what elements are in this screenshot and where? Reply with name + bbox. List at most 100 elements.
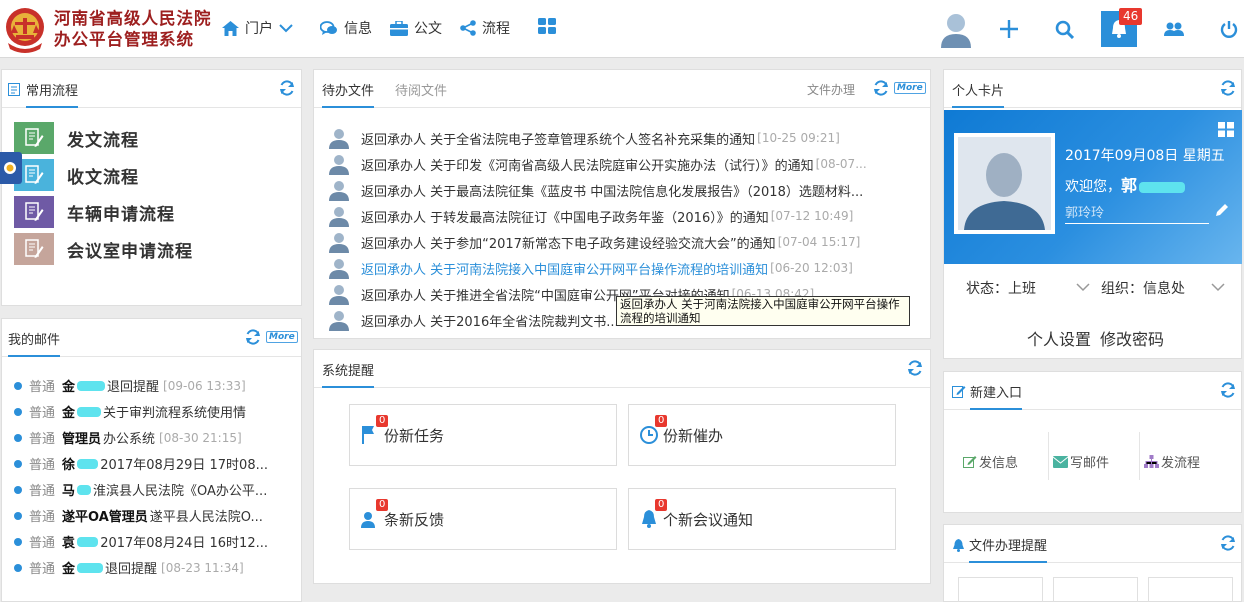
- mail-item[interactable]: 普通金 关于审判流程系统使用情: [14, 402, 272, 421]
- flag-icon: 0: [360, 415, 389, 447]
- refresh-icon[interactable]: [907, 360, 923, 376]
- welcome-text: 欢迎您，: [1065, 179, 1121, 195]
- file-reminder-panel: 文件办理提醒: [943, 524, 1242, 602]
- floating-side-widget[interactable]: [0, 152, 22, 184]
- nav-info[interactable]: 信息: [320, 18, 372, 38]
- tab-file-reminder[interactable]: 文件办理提醒: [969, 535, 1048, 563]
- mail-sender: 管理员: [62, 432, 102, 447]
- tab-common-flows[interactable]: 常用流程: [26, 80, 79, 108]
- search-icon: [1055, 20, 1074, 39]
- power-icon: [1220, 21, 1238, 38]
- tab-my-mail[interactable]: 我的邮件: [8, 329, 61, 357]
- mail-item[interactable]: 普通金 退回提醒 [09-06 13:33]: [14, 376, 272, 395]
- add-button[interactable]: [992, 12, 1026, 46]
- new-flow-link[interactable]: 发流程: [1144, 452, 1200, 471]
- personal-settings-link[interactable]: 个人设置: [1027, 326, 1091, 350]
- reminder-label: 条新反馈: [384, 510, 445, 529]
- mail-priority: 普通: [29, 536, 56, 551]
- new-flow-label: 发流程: [1161, 456, 1201, 471]
- tab-new-entry[interactable]: 新建入口: [970, 382, 1023, 410]
- chevron-down-icon[interactable]: [1211, 283, 1225, 292]
- common-flows-panel: 常用流程 发文流程 收文流程 车辆申请流程 会议室申请流程: [1, 69, 302, 306]
- mail-item[interactable]: 普通马 淮滨县人民法院《OA办公平...: [14, 480, 272, 499]
- signature-field[interactable]: 郭玲玲: [1065, 202, 1209, 224]
- new-info-link[interactable]: 发信息: [963, 452, 1018, 471]
- contacts-button[interactable]: [1157, 12, 1191, 46]
- users-icon: [1164, 22, 1184, 36]
- redacted-mark: [77, 406, 102, 417]
- tab-pending-docs[interactable]: 待办文件: [322, 80, 375, 108]
- reminder-new-urge[interactable]: 0 份新催办: [628, 404, 896, 466]
- profile-card: 2017年09月08日 星期五 欢迎您，郭 郭玲玲: [944, 110, 1242, 264]
- write-mail-link[interactable]: 写邮件: [1053, 452, 1109, 471]
- reminder-slot: [1148, 577, 1233, 602]
- file-handle-link[interactable]: 文件办理: [807, 81, 855, 98]
- nav-portal[interactable]: 门户: [222, 18, 293, 38]
- mail-subject: 退回提醒: [107, 380, 160, 395]
- user-avatar-icon: [329, 207, 349, 227]
- reminder-new-task[interactable]: 0 份新任务: [349, 404, 617, 466]
- doc-item[interactable]: 返回承办人 关于河南法院接入中国庭审公开网平台操作流程的培训通知 [06-20 1…: [328, 257, 928, 279]
- flow-item-dispatch[interactable]: 发文流程: [14, 122, 139, 154]
- logout-button[interactable]: [1212, 12, 1244, 46]
- doc-item[interactable]: 返回承办人 关于参加“2017新常态下电子政务建设经验交流大会”的通知 [07-0…: [328, 231, 928, 253]
- refresh-icon[interactable]: [279, 80, 295, 96]
- doc-title: 返回承办人 于转发最高法院征订《中国电子政务年鉴（2016）》的通知: [361, 210, 769, 226]
- flow-item-label: 会议室申请流程: [67, 241, 193, 262]
- unread-dot: [14, 537, 22, 546]
- count-badge: 0: [376, 499, 389, 511]
- refresh-icon[interactable]: [873, 80, 889, 96]
- doc-item[interactable]: 返回承办人 关于最高法院征集《蓝皮书 中国法院信息化发展报告》（2018）选题材…: [328, 179, 928, 201]
- unread-dot: [14, 485, 22, 494]
- user-feedback-icon: 0: [360, 499, 389, 531]
- mail-item[interactable]: 普通金 退回提醒 [08-23 11:34]: [14, 558, 272, 577]
- doc-item[interactable]: 返回承办人 关于印发《河南省高级人民法院庭审公开实施办法（试行）》的通知 [08-…: [328, 153, 928, 175]
- profile-welcome: 欢迎您，郭: [1065, 172, 1186, 196]
- refresh-icon[interactable]: [1220, 535, 1236, 551]
- status-selector[interactable]: 状态：上班: [966, 278, 1036, 298]
- redacted-mark: [77, 536, 99, 547]
- more-mail-link[interactable]: More: [266, 331, 298, 343]
- reminder-new-feedback[interactable]: 0 条新反馈: [349, 488, 617, 550]
- mail-item[interactable]: 普通 遂平OA管理员 遂平县人民法院O...: [14, 506, 272, 525]
- refresh-icon[interactable]: [1220, 80, 1236, 96]
- user-avatar-button[interactable]: [938, 9, 974, 49]
- reminder-new-meeting[interactable]: 0 个新会议通知: [628, 488, 896, 550]
- more-docs-link[interactable]: More: [894, 82, 926, 94]
- flow-item-meeting-room[interactable]: 会议室申请流程: [14, 233, 193, 265]
- write-mail-label: 写邮件: [1070, 456, 1110, 471]
- refresh-icon[interactable]: [245, 329, 261, 345]
- mail-subject: 淮滨县人民法院《OA办公平...: [93, 484, 268, 499]
- tab-system-reminder[interactable]: 系统提醒: [322, 360, 375, 388]
- mail-item[interactable]: 普通 管理员 办公系统 [08-30 21:15]: [14, 428, 272, 447]
- search-button[interactable]: [1047, 12, 1081, 46]
- tab-profile[interactable]: 个人卡片: [952, 80, 1005, 108]
- nav-workflow[interactable]: 流程: [460, 18, 510, 38]
- pencil-icon[interactable]: [1214, 202, 1230, 218]
- mail-item[interactable]: 普通袁 2017年08月24日 16时12...: [14, 532, 272, 551]
- user-avatar-icon: [329, 181, 349, 201]
- home-icon: [222, 20, 239, 36]
- mail-sender: 遂平OA管理员: [62, 510, 148, 525]
- tab-to-read-docs[interactable]: 待阅文件: [395, 80, 447, 99]
- refresh-icon[interactable]: [1220, 382, 1236, 398]
- mail-subject: 关于审判流程系统使用情: [103, 406, 247, 421]
- profile-header: 个人卡片: [944, 70, 1241, 108]
- apps-grid-button[interactable]: [538, 18, 556, 34]
- nav-document-label: 公文: [414, 21, 442, 37]
- redacted-mark: [77, 484, 92, 495]
- mail-sender: 金: [62, 406, 76, 421]
- mail-item[interactable]: 普通徐 2017年08月29日 17时08...: [14, 454, 272, 473]
- bell-icon: 0: [639, 499, 668, 531]
- flow-item-vehicle[interactable]: 车辆申请流程: [14, 196, 175, 228]
- grid-icon[interactable]: [1218, 122, 1234, 137]
- nav-document[interactable]: 公文: [390, 18, 442, 38]
- change-password-link[interactable]: 修改密码: [1100, 326, 1164, 350]
- redacted-mark: [77, 458, 99, 469]
- flow-item-receive[interactable]: 收文流程: [14, 159, 139, 191]
- doc-item[interactable]: 返回承办人 于转发最高法院征订《中国电子政务年鉴（2016）》的通知 [07-12…: [328, 205, 928, 227]
- new-entry-panel: 新建入口: [943, 371, 1242, 513]
- chevron-down-icon[interactable]: [1076, 283, 1090, 292]
- doc-item[interactable]: 返回承办人 关于全省法院电子签章管理系统个人签名补充采集的通知 [10-25 09…: [328, 127, 928, 149]
- org-selector[interactable]: 组织：信息处: [1101, 278, 1185, 298]
